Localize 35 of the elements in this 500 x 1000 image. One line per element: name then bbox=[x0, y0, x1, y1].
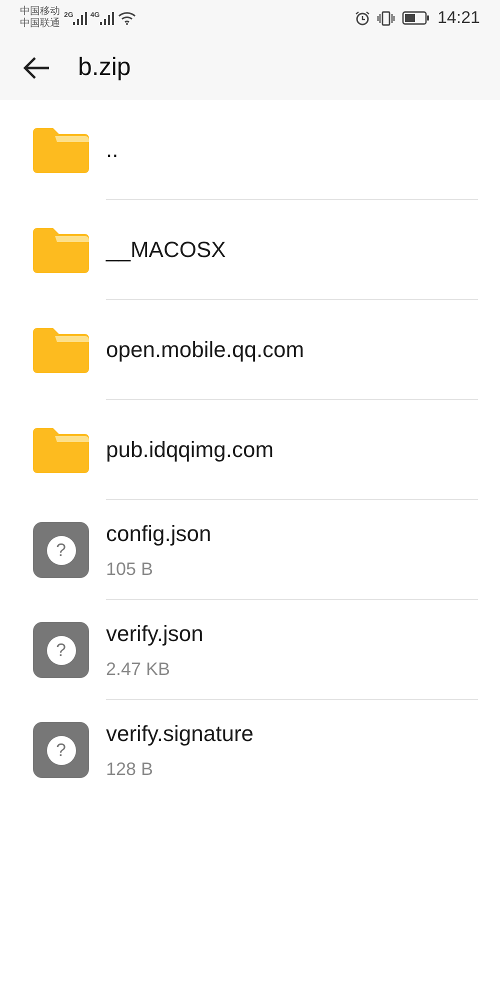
file-list-item[interactable]: ? verify.json 2.47 KB bbox=[0, 600, 500, 700]
file-size: 2.47 KB bbox=[106, 658, 172, 680]
back-arrow-icon[interactable] bbox=[22, 56, 50, 80]
unknown-file-icon: ? bbox=[33, 622, 89, 678]
file-name: verify.signature bbox=[106, 720, 255, 748]
file-list-item[interactable]: __MACOSX bbox=[0, 200, 500, 300]
file-name: pub.idqqimg.com bbox=[106, 436, 275, 464]
file-list-item[interactable]: ? verify.signature 128 B bbox=[0, 700, 500, 800]
folder-icon bbox=[33, 327, 89, 373]
file-list-item[interactable]: ? config.json 105 B bbox=[0, 500, 500, 600]
signal-icon bbox=[100, 12, 114, 24]
file-name: open.mobile.qq.com bbox=[106, 336, 306, 364]
battery-icon bbox=[402, 11, 430, 25]
signal-icon bbox=[73, 12, 88, 24]
file-name: .. bbox=[106, 136, 120, 164]
clock-time: 14:21 bbox=[437, 7, 480, 30]
unknown-file-icon: ? bbox=[33, 522, 89, 578]
folder-icon bbox=[33, 127, 89, 173]
file-list-item[interactable]: .. bbox=[0, 100, 500, 200]
vibrate-icon bbox=[377, 10, 396, 26]
file-name: __MACOSX bbox=[106, 236, 227, 264]
folder-icon bbox=[33, 227, 89, 273]
file-list-item[interactable]: open.mobile.qq.com bbox=[0, 300, 500, 400]
file-name: verify.json bbox=[106, 620, 204, 648]
carrier-name: 中国联通 bbox=[20, 18, 60, 30]
page-title: b.zip bbox=[78, 52, 131, 84]
folder-icon bbox=[33, 427, 89, 473]
unknown-file-icon: ? bbox=[33, 722, 89, 778]
file-name: config.json bbox=[106, 520, 212, 548]
file-size: 105 B bbox=[106, 558, 154, 580]
file-size: 128 B bbox=[106, 758, 154, 781]
alarm-icon bbox=[355, 10, 370, 26]
wifi-icon bbox=[118, 11, 136, 25]
file-list-item[interactable]: pub.idqqimg.com bbox=[0, 400, 500, 500]
carrier-name: 中国移动 bbox=[20, 6, 60, 18]
